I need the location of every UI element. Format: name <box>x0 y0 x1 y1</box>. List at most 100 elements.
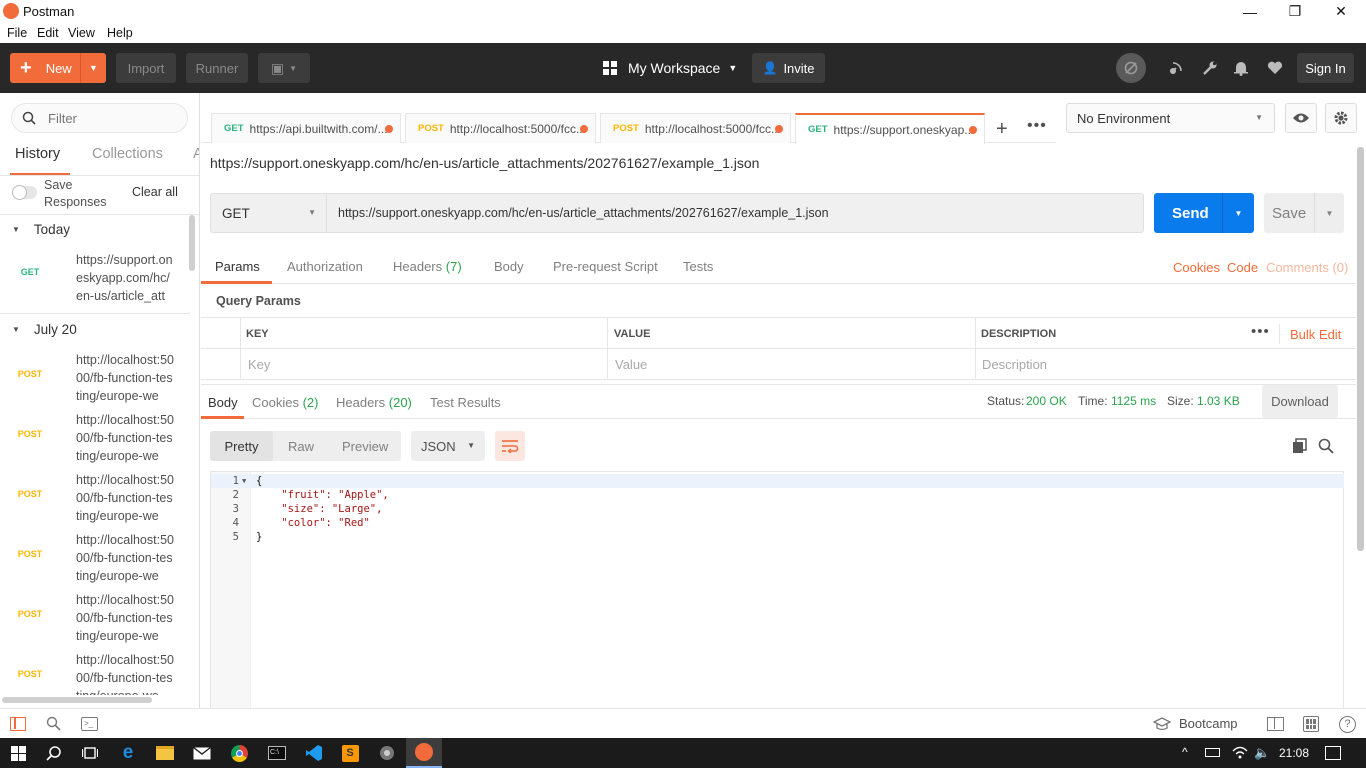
clear-all-button[interactable]: Clear all <box>132 185 178 199</box>
bell-icon[interactable] <box>1229 56 1253 80</box>
response-body-editor[interactable]: 1 ▼ { 2 "fruit": "Apple", 3 "size": "Lar… <box>210 471 1344 709</box>
list-item[interactable]: POST http://localhost:5000/fb-function-t… <box>0 591 190 651</box>
menu-view[interactable]: View <box>68 26 95 40</box>
search-icon[interactable] <box>36 738 72 768</box>
response-tab-cookies[interactable]: Cookies (2) <box>252 395 318 410</box>
group-july-20[interactable]: ▼ July 20 <box>12 321 77 337</box>
file-explorer-icon[interactable] <box>147 738 183 768</box>
tab-tests[interactable]: Tests <box>683 259 713 274</box>
cookies-link[interactable]: Cookies <box>1173 260 1220 275</box>
wrench-icon[interactable] <box>1198 56 1222 80</box>
bootcamp-button[interactable]: Bootcamp <box>1153 716 1238 731</box>
tab-body[interactable]: Body <box>494 259 524 274</box>
save-button[interactable]: Save ▼ <box>1264 193 1344 233</box>
chrome-icon[interactable] <box>221 738 257 768</box>
send-button[interactable]: Send ▼ <box>1154 193 1254 233</box>
console-icon[interactable]: >_ <box>81 717 98 731</box>
close-button[interactable]: ✕ <box>1318 0 1364 23</box>
more-options-icon[interactable]: ••• <box>1251 323 1270 340</box>
download-button[interactable]: Download <box>1262 385 1338 418</box>
invite-button[interactable]: 👤 Invite <box>752 53 825 83</box>
vscode-icon[interactable] <box>296 738 332 768</box>
tab-params[interactable]: Params <box>215 259 260 274</box>
heart-icon[interactable] <box>1263 56 1287 80</box>
code-link[interactable]: Code <box>1227 260 1258 275</box>
bulk-edit-link[interactable]: Bulk Edit <box>1290 327 1341 342</box>
menu-file[interactable]: File <box>7 26 27 40</box>
collections-tab[interactable]: Collections <box>92 146 163 162</box>
request-title[interactable]: https://support.oneskyapp.com/hc/en-us/a… <box>210 155 759 171</box>
terminal-icon[interactable]: C:\ <box>259 738 295 768</box>
edge-browser-icon[interactable]: e <box>110 738 146 768</box>
apis-tab[interactable]: A <box>193 146 199 162</box>
add-tab-icon[interactable]: + <box>996 119 1008 139</box>
history-tab[interactable]: History <box>15 146 60 162</box>
save-responses-toggle[interactable] <box>12 185 37 200</box>
request-tab-active[interactable]: GET https://support.oneskyap... <box>795 113 985 144</box>
postman-taskbar-icon[interactable] <box>406 738 442 768</box>
clock[interactable]: 21:08 <box>1279 746 1309 760</box>
more-tabs-icon[interactable]: ••• <box>1027 117 1047 135</box>
request-tab[interactable]: GET https://api.builtwith.com/... <box>211 113 401 143</box>
environment-select[interactable]: No Environment ▼ <box>1066 103 1275 133</box>
sublime-text-icon[interactable]: S <box>332 738 368 768</box>
new-window-button[interactable]: ▣ ▼ <box>258 53 310 83</box>
list-item[interactable]: GET https://support.oneskyapp.com/hc/en-… <box>0 251 190 311</box>
sidebar-horizontal-scrollbar[interactable] <box>2 697 152 703</box>
preview-button[interactable]: Preview <box>342 439 388 454</box>
menu-help[interactable]: Help <box>107 26 133 40</box>
tab-pre-request-script[interactable]: Pre-request Script <box>553 259 658 274</box>
battery-icon[interactable] <box>1205 748 1220 757</box>
status-value[interactable]: 200 OK <box>1026 394 1067 408</box>
sync-off-icon[interactable] <box>1116 53 1146 83</box>
two-pane-view-icon[interactable] <box>1267 717 1284 731</box>
environment-quick-look-button[interactable] <box>1285 103 1317 133</box>
time-value[interactable]: 1125 ms <box>1111 394 1156 408</box>
chevron-down-icon[interactable]: ▼ <box>1314 193 1344 233</box>
response-tab-test-results[interactable]: Test Results <box>430 395 501 410</box>
url-input[interactable]: https://support.oneskyapp.com/hc/en-us/a… <box>326 193 1144 233</box>
runner-button[interactable]: Runner <box>186 53 248 83</box>
list-item[interactable]: POST http://localhost:5000/fb-function-t… <box>0 471 190 531</box>
help-icon[interactable]: ? <box>1339 716 1356 733</box>
list-item[interactable]: POST http://localhost:5000/fb-function-t… <box>0 651 190 695</box>
notifications-icon[interactable] <box>1325 746 1341 760</box>
menu-edit[interactable]: Edit <box>37 26 59 40</box>
satellite-icon[interactable] <box>1164 56 1188 80</box>
response-tab-body[interactable]: Body <box>208 395 238 410</box>
main-vertical-scrollbar[interactable] <box>1357 147 1364 551</box>
response-tab-headers[interactable]: Headers (20) <box>336 395 412 410</box>
mail-icon[interactable] <box>184 738 220 768</box>
list-item[interactable]: POST http://localhost:5000/fb-function-t… <box>0 351 190 411</box>
keyboard-shortcuts-icon[interactable] <box>1303 716 1319 732</box>
sign-in-button[interactable]: Sign In <box>1297 53 1354 83</box>
list-item[interactable]: POST http://localhost:5000/fb-function-t… <box>0 411 190 471</box>
sidebar-vertical-scrollbar[interactable] <box>189 215 195 271</box>
workspace-switcher[interactable]: My Workspace ▼ <box>603 56 737 80</box>
search-icon[interactable] <box>1318 438 1334 454</box>
description-input[interactable]: Description <box>982 357 1047 372</box>
tab-headers[interactable]: Headers (7) <box>393 259 462 274</box>
request-tab[interactable]: POST http://localhost:5000/fcc... <box>405 113 596 143</box>
group-today[interactable]: ▼ Today <box>12 221 70 237</box>
pretty-button[interactable]: Pretty <box>210 431 273 461</box>
format-select[interactable]: JSON ▼ <box>411 431 485 461</box>
filter-box[interactable] <box>11 103 188 133</box>
filter-input[interactable] <box>48 110 178 126</box>
request-tab[interactable]: POST http://localhost:5000/fcc... <box>600 113 791 143</box>
size-value[interactable]: 1.03 KB <box>1197 394 1240 408</box>
app-icon[interactable] <box>369 738 405 768</box>
new-button[interactable]: + New ▼ <box>10 53 106 83</box>
fold-arrow-icon[interactable]: ▼ <box>242 474 246 488</box>
wifi-icon[interactable] <box>1232 746 1248 759</box>
toggle-sidebar-icon[interactable] <box>10 717 26 731</box>
find-icon[interactable] <box>46 716 61 731</box>
raw-button[interactable]: Raw <box>288 439 314 454</box>
key-input[interactable]: Key <box>248 357 270 372</box>
volume-icon[interactable]: 🔈 <box>1254 745 1270 761</box>
minimize-button[interactable]: — <box>1227 0 1273 23</box>
manage-environments-button[interactable] <box>1325 103 1357 133</box>
task-view-icon[interactable] <box>72 738 108 768</box>
list-item[interactable]: POST http://localhost:5000/fb-function-t… <box>0 531 190 591</box>
import-button[interactable]: Import <box>116 53 176 83</box>
